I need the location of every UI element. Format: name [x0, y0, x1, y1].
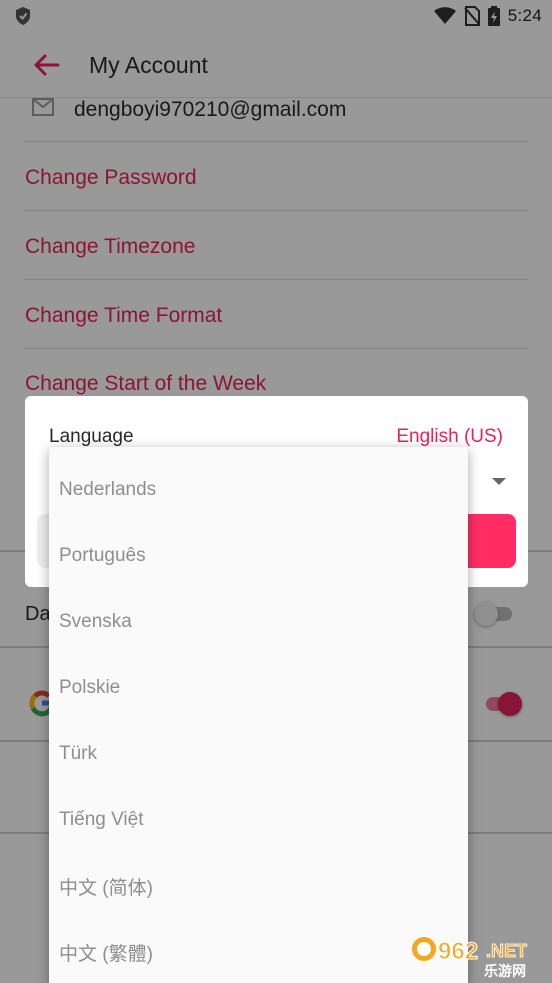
- language-option-chinese-traditional[interactable]: 中文 (繁體): [49, 919, 468, 983]
- language-value: English (US): [396, 426, 503, 447]
- watermark-cn: 乐游网: [484, 963, 526, 979]
- language-option-tieng-viet[interactable]: Tiếng Việt: [49, 787, 468, 853]
- language-option-nederlands[interactable]: Nederlands: [49, 457, 468, 523]
- language-option-portugues[interactable]: Português: [49, 523, 468, 589]
- language-option-turk[interactable]: Türk: [49, 721, 468, 787]
- language-option-svenska[interactable]: Svenska: [49, 589, 468, 655]
- watermark-number: 962: [438, 938, 478, 965]
- language-option-chinese-simplified[interactable]: 中文 (简体): [49, 853, 468, 919]
- language-option-polskie[interactable]: Polskie: [49, 655, 468, 721]
- language-dropdown-menu: Nederlands Português Svenska Polskie Tür…: [49, 447, 468, 983]
- chevron-down-icon[interactable]: [492, 478, 506, 485]
- watermark-suffix: .NET: [486, 941, 527, 961]
- site-watermark-logo: 962 .NET 乐游网: [412, 937, 527, 979]
- language-label: Language: [49, 426, 134, 447]
